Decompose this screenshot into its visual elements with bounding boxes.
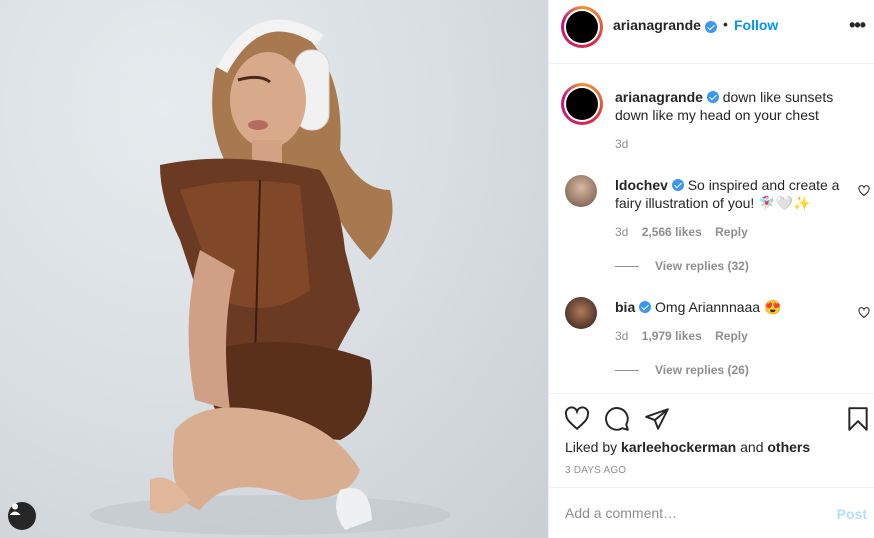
caption-username[interactable]: arianagrande <box>615 89 703 105</box>
comment-time: 3d <box>615 329 629 343</box>
liked-by-others[interactable]: others <box>767 439 810 455</box>
caption-text-block: arianagrande down like sunsets down like… <box>615 88 865 124</box>
paper-plane-icon[interactable] <box>644 406 670 432</box>
comment-icon[interactable] <box>604 406 630 432</box>
post-header: arianagrande • Follow ••• <box>549 0 874 64</box>
separator-dot: • <box>723 16 728 32</box>
commenter-avatar[interactable] <box>565 297 597 329</box>
more-options-icon[interactable]: ••• <box>849 15 866 36</box>
comment-text: Omg Ariannnaaa 😍 <box>655 299 782 315</box>
avatar[interactable] <box>561 6 603 48</box>
comment-meta: 3d 1,979 likes Reply <box>615 329 748 343</box>
comment-bar: Post <box>549 487 874 538</box>
comment-time: 3d <box>615 225 629 239</box>
post-actions: Liked by karleehockerman and others 3 DA… <box>549 393 874 538</box>
bookmark-icon[interactable] <box>845 406 871 432</box>
view-replies-button[interactable]: View replies (32) <box>615 259 749 273</box>
view-replies-label: View replies (26) <box>655 363 749 377</box>
post-image <box>90 19 450 535</box>
likes-prefix: Liked by <box>565 439 618 455</box>
post-photo[interactable] <box>0 0 548 538</box>
replies-divider <box>615 370 639 372</box>
comment-like-heart-icon[interactable] <box>858 307 870 319</box>
comment-likes[interactable]: 2,566 likes <box>642 225 702 239</box>
user-tag-icon[interactable] <box>8 502 36 530</box>
comment-meta: 3d 2,566 likes Reply <box>615 225 748 239</box>
view-replies-button[interactable]: View replies (26) <box>615 363 749 377</box>
heart-icon[interactable] <box>564 406 590 432</box>
reply-button[interactable]: Reply <box>715 329 748 343</box>
reply-button[interactable]: Reply <box>715 225 748 239</box>
verified-icon <box>706 91 719 103</box>
likes-and: and <box>740 439 764 455</box>
view-replies-label: View replies (32) <box>655 259 749 273</box>
verified-icon <box>705 21 717 33</box>
verified-icon <box>671 179 684 191</box>
post-time-ago: 3 DAYS AGO <box>565 465 627 476</box>
comment-username[interactable]: bia <box>615 299 635 315</box>
comment-likes[interactable]: 1,979 likes <box>642 329 702 343</box>
commenter-avatar[interactable] <box>565 175 597 207</box>
likes-summary: Liked by karleehockerman and others <box>565 439 810 455</box>
liked-by-user[interactable]: karleehockerman <box>621 439 736 455</box>
comment-like-heart-icon[interactable] <box>858 185 870 197</box>
comment-text-block: ldochev So inspired and create a fairy i… <box>615 176 853 212</box>
comment-text-block: bia Omg Ariannnaaa 😍 <box>615 298 853 316</box>
caption-avatar[interactable] <box>561 83 603 125</box>
follow-button[interactable]: Follow <box>734 17 778 33</box>
caption-time: 3d <box>615 137 629 151</box>
post-button[interactable]: Post <box>837 506 867 522</box>
verified-icon <box>639 301 652 313</box>
replies-divider <box>615 266 639 268</box>
post-side-panel: arianagrande • Follow ••• arianagrande d… <box>548 0 874 538</box>
comment-username[interactable]: ldochev <box>615 177 668 193</box>
header-username[interactable]: arianagrande <box>613 17 701 33</box>
comment-input[interactable] <box>565 500 825 526</box>
